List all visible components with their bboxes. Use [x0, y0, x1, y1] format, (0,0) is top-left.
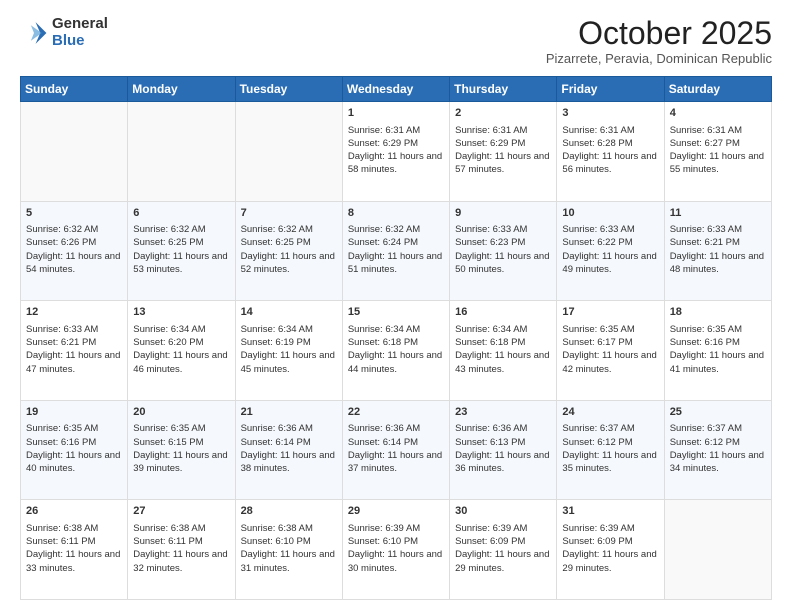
day-number: 9 — [455, 206, 551, 221]
calendar-cell: 24Sunrise: 6:37 AMSunset: 6:12 PMDayligh… — [557, 400, 664, 500]
location-subtitle: Pizarrete, Peravia, Dominican Republic — [546, 51, 772, 66]
calendar-cell: 4Sunrise: 6:31 AMSunset: 6:27 PMDaylight… — [664, 102, 771, 202]
logo: General Blue — [20, 16, 108, 49]
day-number: 11 — [670, 206, 766, 221]
day-number: 26 — [26, 504, 122, 519]
calendar-cell — [21, 102, 128, 202]
day-number: 3 — [562, 106, 658, 121]
day-number: 13 — [133, 305, 229, 320]
calendar-cell: 11Sunrise: 6:33 AMSunset: 6:21 PMDayligh… — [664, 201, 771, 301]
calendar-cell: 18Sunrise: 6:35 AMSunset: 6:16 PMDayligh… — [664, 301, 771, 401]
calendar-table: SundayMondayTuesdayWednesdayThursdayFrid… — [20, 76, 772, 600]
day-number: 8 — [348, 206, 444, 221]
calendar-cell: 17Sunrise: 6:35 AMSunset: 6:17 PMDayligh… — [557, 301, 664, 401]
day-number: 18 — [670, 305, 766, 320]
logo-text: General Blue — [52, 16, 108, 49]
calendar-cell — [664, 500, 771, 600]
day-number: 4 — [670, 106, 766, 121]
logo-blue-text: Blue — [52, 33, 108, 50]
calendar-cell: 31Sunrise: 6:39 AMSunset: 6:09 PMDayligh… — [557, 500, 664, 600]
day-number: 7 — [241, 206, 337, 221]
calendar-cell: 6Sunrise: 6:32 AMSunset: 6:25 PMDaylight… — [128, 201, 235, 301]
calendar-cell: 15Sunrise: 6:34 AMSunset: 6:18 PMDayligh… — [342, 301, 449, 401]
calendar-cell: 8Sunrise: 6:32 AMSunset: 6:24 PMDaylight… — [342, 201, 449, 301]
header: General Blue October 2025 Pizarrete, Per… — [20, 16, 772, 66]
calendar-cell: 1Sunrise: 6:31 AMSunset: 6:29 PMDaylight… — [342, 102, 449, 202]
day-number: 24 — [562, 405, 658, 420]
day-number: 10 — [562, 206, 658, 221]
day-number: 27 — [133, 504, 229, 519]
logo-icon — [20, 19, 48, 47]
calendar-cell: 19Sunrise: 6:35 AMSunset: 6:16 PMDayligh… — [21, 400, 128, 500]
calendar-cell: 10Sunrise: 6:33 AMSunset: 6:22 PMDayligh… — [557, 201, 664, 301]
weekday-header-saturday: Saturday — [664, 77, 771, 102]
day-number: 5 — [26, 206, 122, 221]
day-number: 16 — [455, 305, 551, 320]
day-number: 15 — [348, 305, 444, 320]
calendar-week-1: 1Sunrise: 6:31 AMSunset: 6:29 PMDaylight… — [21, 102, 772, 202]
day-number: 20 — [133, 405, 229, 420]
calendar-cell: 29Sunrise: 6:39 AMSunset: 6:10 PMDayligh… — [342, 500, 449, 600]
day-number: 25 — [670, 405, 766, 420]
day-number: 23 — [455, 405, 551, 420]
calendar-cell: 28Sunrise: 6:38 AMSunset: 6:10 PMDayligh… — [235, 500, 342, 600]
calendar-cell: 9Sunrise: 6:33 AMSunset: 6:23 PMDaylight… — [450, 201, 557, 301]
day-number: 19 — [26, 405, 122, 420]
day-number: 28 — [241, 504, 337, 519]
day-number: 31 — [562, 504, 658, 519]
calendar-cell: 3Sunrise: 6:31 AMSunset: 6:28 PMDaylight… — [557, 102, 664, 202]
calendar-cell: 23Sunrise: 6:36 AMSunset: 6:13 PMDayligh… — [450, 400, 557, 500]
day-number: 6 — [133, 206, 229, 221]
page: General Blue October 2025 Pizarrete, Per… — [0, 0, 792, 612]
calendar-cell — [235, 102, 342, 202]
title-block: October 2025 Pizarrete, Peravia, Dominic… — [546, 16, 772, 66]
day-number: 29 — [348, 504, 444, 519]
day-number: 1 — [348, 106, 444, 121]
weekday-header-wednesday: Wednesday — [342, 77, 449, 102]
weekday-header-friday: Friday — [557, 77, 664, 102]
calendar-cell: 22Sunrise: 6:36 AMSunset: 6:14 PMDayligh… — [342, 400, 449, 500]
calendar-cell: 30Sunrise: 6:39 AMSunset: 6:09 PMDayligh… — [450, 500, 557, 600]
day-number: 21 — [241, 405, 337, 420]
calendar-cell: 25Sunrise: 6:37 AMSunset: 6:12 PMDayligh… — [664, 400, 771, 500]
calendar-cell: 5Sunrise: 6:32 AMSunset: 6:26 PMDaylight… — [21, 201, 128, 301]
logo-general-text: General — [52, 16, 108, 33]
calendar-cell: 20Sunrise: 6:35 AMSunset: 6:15 PMDayligh… — [128, 400, 235, 500]
weekday-header-tuesday: Tuesday — [235, 77, 342, 102]
calendar-cell: 21Sunrise: 6:36 AMSunset: 6:14 PMDayligh… — [235, 400, 342, 500]
calendar-week-4: 19Sunrise: 6:35 AMSunset: 6:16 PMDayligh… — [21, 400, 772, 500]
day-number: 14 — [241, 305, 337, 320]
calendar-week-5: 26Sunrise: 6:38 AMSunset: 6:11 PMDayligh… — [21, 500, 772, 600]
month-title: October 2025 — [546, 16, 772, 51]
calendar-cell: 16Sunrise: 6:34 AMSunset: 6:18 PMDayligh… — [450, 301, 557, 401]
weekday-header-thursday: Thursday — [450, 77, 557, 102]
calendar-cell: 14Sunrise: 6:34 AMSunset: 6:19 PMDayligh… — [235, 301, 342, 401]
calendar-cell: 13Sunrise: 6:34 AMSunset: 6:20 PMDayligh… — [128, 301, 235, 401]
day-number: 30 — [455, 504, 551, 519]
day-number: 12 — [26, 305, 122, 320]
day-number: 2 — [455, 106, 551, 121]
calendar-cell: 27Sunrise: 6:38 AMSunset: 6:11 PMDayligh… — [128, 500, 235, 600]
calendar-cell: 26Sunrise: 6:38 AMSunset: 6:11 PMDayligh… — [21, 500, 128, 600]
calendar-cell: 7Sunrise: 6:32 AMSunset: 6:25 PMDaylight… — [235, 201, 342, 301]
weekday-header-sunday: Sunday — [21, 77, 128, 102]
day-number: 22 — [348, 405, 444, 420]
day-number: 17 — [562, 305, 658, 320]
calendar-cell: 12Sunrise: 6:33 AMSunset: 6:21 PMDayligh… — [21, 301, 128, 401]
calendar-cell: 2Sunrise: 6:31 AMSunset: 6:29 PMDaylight… — [450, 102, 557, 202]
calendar-cell — [128, 102, 235, 202]
calendar-week-3: 12Sunrise: 6:33 AMSunset: 6:21 PMDayligh… — [21, 301, 772, 401]
weekday-header-row: SundayMondayTuesdayWednesdayThursdayFrid… — [21, 77, 772, 102]
weekday-header-monday: Monday — [128, 77, 235, 102]
calendar-week-2: 5Sunrise: 6:32 AMSunset: 6:26 PMDaylight… — [21, 201, 772, 301]
